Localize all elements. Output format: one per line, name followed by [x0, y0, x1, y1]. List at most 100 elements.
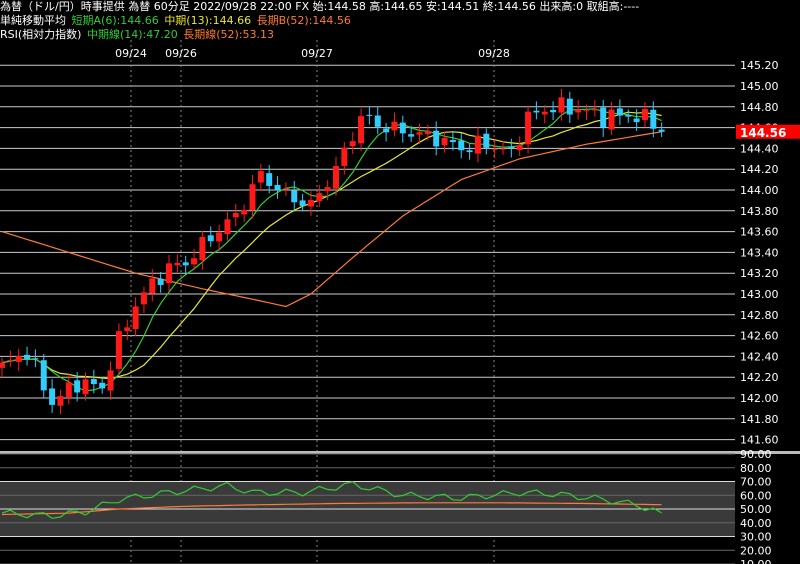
candle-body	[0, 362, 5, 368]
rsi-tick-label: 60.00	[740, 489, 772, 502]
candle-body	[291, 190, 298, 203]
candle-body	[341, 147, 348, 166]
candle-body	[383, 128, 390, 133]
candle-body	[24, 354, 31, 359]
candle-body	[458, 140, 465, 151]
price-tick-label: 143.00	[740, 288, 779, 301]
candle-body	[391, 121, 398, 131]
candle-body	[424, 131, 431, 135]
candle-body	[157, 278, 164, 285]
rsi-tick-label: 70.00	[740, 476, 772, 489]
candle-body	[625, 115, 632, 117]
candle-body	[82, 379, 89, 395]
rsi-tick-label: 90.00	[740, 448, 772, 461]
candle-body	[207, 235, 214, 242]
candle-body	[374, 115, 381, 127]
candle-body	[49, 388, 56, 405]
candle-body	[525, 111, 532, 145]
price-tick-label: 143.20	[740, 267, 779, 280]
price-tick-label: 142.40	[740, 350, 779, 363]
candle-body	[99, 382, 106, 389]
candle-body	[416, 132, 423, 135]
candle-body	[474, 135, 481, 154]
candle-body	[441, 137, 448, 146]
candle-body	[366, 114, 373, 116]
candle-body	[191, 258, 198, 265]
candle-body	[491, 148, 498, 150]
price-tick-label: 141.60	[740, 434, 779, 447]
price-tick-label: 141.80	[740, 413, 779, 426]
candle-body	[241, 209, 248, 215]
candle-body	[358, 116, 365, 144]
candle-body	[32, 358, 39, 360]
candle-body	[7, 359, 14, 362]
candle-body	[349, 141, 356, 147]
price-tick-label: 144.20	[740, 163, 779, 176]
candle-body	[616, 108, 623, 116]
candle-body	[115, 331, 122, 369]
rsi-tick-label: 20.00	[740, 544, 772, 557]
rsi-tick-label: 30.00	[740, 531, 772, 544]
price-tick-label: 142.20	[740, 371, 779, 384]
candle-body	[516, 145, 523, 151]
candle-body	[550, 109, 557, 113]
candle-body	[575, 109, 582, 113]
rsi-tick-label: 10.00	[740, 558, 772, 564]
price-tick-label: 142.80	[740, 309, 779, 322]
candle-body	[199, 236, 206, 261]
candle-body	[566, 98, 573, 115]
last-price-label: 144.56	[740, 126, 786, 140]
price-tick-label: 144.80	[740, 101, 779, 114]
price-tick-label: 143.80	[740, 205, 779, 218]
ma-short-line	[1, 108, 662, 392]
candle-body	[600, 107, 607, 128]
candle-body	[282, 188, 289, 190]
candle-body	[266, 173, 273, 186]
ma-mid-line	[1, 111, 662, 380]
candle-body	[508, 146, 515, 149]
price-tick-label: 143.40	[740, 246, 779, 259]
candle-body	[541, 111, 548, 115]
candle-body	[57, 396, 64, 406]
date-tick-label: 09/27	[301, 47, 333, 60]
candle-body	[316, 193, 323, 202]
candle-body	[307, 199, 314, 207]
price-tick-label: 142.00	[740, 392, 779, 405]
candle-body	[90, 379, 97, 385]
price-plot: 144.56	[0, 89, 800, 415]
price-tick-label: 142.60	[740, 330, 779, 343]
candle-body	[608, 109, 615, 130]
candle-body	[249, 184, 256, 211]
price-tick-label: 145.20	[740, 59, 779, 72]
date-tick-label: 09/28	[478, 47, 510, 60]
candle-body	[641, 109, 648, 121]
candle-body	[232, 213, 239, 218]
candle-body	[658, 129, 665, 132]
candle-body	[650, 109, 657, 129]
candle-body	[40, 360, 47, 391]
candle-body	[74, 380, 81, 393]
date-tick-label: 09/24	[115, 47, 147, 60]
price-grid: 141.60 141.80 142.00 142.20 142.40 142.60 142.…	[0, 59, 779, 447]
candle-body	[140, 292, 147, 305]
candle-body	[500, 148, 506, 150]
candle-body	[633, 118, 640, 123]
candle-body	[591, 109, 598, 111]
candle-body	[224, 219, 231, 235]
rsi-tick-label: 50.00	[740, 503, 772, 516]
rsi-tick-label: 40.00	[740, 517, 772, 530]
rsi-tick-label: 80.00	[740, 462, 772, 475]
fx-chart: 141.60 141.80 142.00 142.20 142.40 142.60 142.…	[0, 40, 800, 564]
date-tick-label: 09/26	[165, 47, 197, 60]
rsi-panel: 10.0020.0030.0040.0050.0060.0070.0080.00…	[0, 448, 772, 564]
candle-body	[149, 278, 156, 294]
candle-body	[324, 187, 331, 192]
candle-body	[408, 134, 415, 137]
candle-body	[466, 150, 473, 153]
candle-body	[449, 140, 456, 143]
candle-body	[533, 110, 540, 113]
candle-body	[15, 356, 22, 362]
candle-body	[182, 262, 189, 266]
candle-body	[274, 184, 281, 190]
price-tick-label: 143.60	[740, 226, 779, 239]
